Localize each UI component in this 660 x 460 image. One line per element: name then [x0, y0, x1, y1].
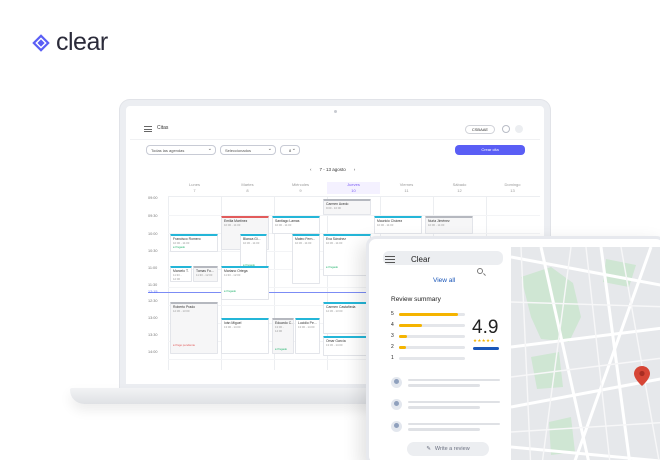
avatar — [391, 399, 402, 410]
search-bar[interactable] — [383, 251, 503, 265]
average-score: 4.9 — [472, 317, 499, 338]
create-appointment-button[interactable]: Crear cita — [455, 145, 525, 155]
week-navigator: ‹ 7 - 13 agosto › — [310, 167, 355, 172]
appointment-card[interactable]: Mauricio Chávez 10:00 - 11:00 — [374, 216, 422, 234]
menu-icon[interactable] — [385, 256, 395, 263]
day-col-header[interactable]: Domingo 13 — [486, 182, 539, 194]
filter-bar: Todas las agendas Seleccionados 8 — [146, 145, 300, 155]
selected-select[interactable]: Seleccionados — [220, 145, 276, 155]
appointment-card[interactable]: Eva Sánchez 10:30 - 11:00 ● Pagado — [323, 234, 371, 276]
appointment-card[interactable]: Omar García 13:30 - 14:00 — [323, 336, 371, 356]
review-summary-title: Review summary — [391, 296, 441, 303]
day-col-header-today[interactable]: Jueves 10 — [327, 182, 380, 194]
prev-week-icon[interactable]: ‹ — [310, 167, 312, 172]
day-col-header[interactable]: Viernes 11 — [380, 182, 433, 194]
day-col-header[interactable]: Miércoles 9 — [274, 182, 327, 194]
appointment-card[interactable]: Carmen Castañeda 12:30 - 13:00 — [323, 302, 371, 334]
edit-icon: ✎ — [426, 446, 431, 452]
hour-label: 11:30 — [148, 283, 158, 287]
hour-label: 12:30 — [148, 299, 158, 303]
brand-logo: clear — [32, 28, 108, 57]
write-review-label: Write a review — [434, 446, 470, 452]
hour-label: 09:30 — [148, 214, 158, 218]
tablet-frame: Clear View all Review summary 5 4 3 2 1 … — [366, 236, 660, 460]
rating-row: 1 — [391, 355, 465, 361]
map-pin-icon[interactable] — [634, 366, 650, 386]
appointment-card[interactable]: Nuria Jiménez 10:00 - 11:00 — [425, 216, 473, 234]
appointment-card[interactable]: Santiago Lamas 10:00 - 11:00 — [272, 216, 320, 234]
rating-row: 5 — [391, 311, 465, 317]
appointment-card[interactable]: Tomas Fo... 11:30 - 12:00 — [193, 266, 218, 282]
hour-label: 13:00 — [148, 316, 158, 320]
clear-logo-icon — [32, 33, 50, 52]
hour-label: 09:00 — [148, 196, 158, 200]
day-col-header[interactable]: Lunes 7 — [168, 182, 221, 194]
brand-name: clear — [56, 28, 108, 56]
appointment-card[interactable]: Mariano Ortega 11:30 - 12:00 ● Pagado — [221, 266, 269, 300]
appointment-card[interactable]: Marcelo T. 11:30 - 12:00 — [170, 266, 192, 282]
write-review-button[interactable]: ✎ Write a review — [407, 442, 489, 456]
hour-label: 10:00 — [148, 232, 158, 236]
day-col-header[interactable]: Sábado 12 — [433, 182, 486, 194]
page-title: Citas — [157, 125, 169, 131]
appointment-card[interactable]: Carmen Acedo 9:00 - 10:00 — [323, 199, 371, 215]
user-chip[interactable]: CSBAAE — [465, 125, 495, 134]
laptop-camera — [334, 110, 337, 113]
review-item[interactable] — [391, 377, 500, 388]
appointment-card[interactable]: Blanca Gi... 10:30 - 11:00 ● Pagado — [240, 234, 267, 268]
appointment-card[interactable]: Lucidio Pe... 13:00 - 14:00 — [295, 318, 320, 354]
map-streets — [510, 246, 660, 460]
avatar — [391, 377, 402, 388]
review-item[interactable] — [391, 399, 500, 410]
current-time-label: 12:15 — [148, 290, 158, 294]
appointment-card[interactable]: Francisco Romero 10:00 - 11:00 ● Pagado — [170, 234, 218, 252]
count-select[interactable]: 8 — [280, 145, 300, 155]
hour-label: 10:30 — [148, 249, 158, 253]
appointment-card[interactable]: Roberto Prado 12:30 - 13:00 ● Pago pendien… — [170, 302, 218, 354]
star-rating: ★★★★★ — [473, 338, 495, 343]
app-topbar: Citas CSBAAE — [130, 118, 540, 140]
day-header: Lunes 7 Martes 8 Miércoles 9 Jueves 10 Viern… — [168, 182, 540, 194]
hour-label: 11:00 — [148, 266, 158, 270]
refresh-icon[interactable] — [502, 125, 510, 133]
agenda-select[interactable]: Todas las agendas — [146, 145, 216, 155]
next-week-icon[interactable]: › — [354, 167, 356, 172]
appointment-card[interactable]: Iván Miguel 13:00 - 14:00 — [221, 318, 269, 354]
menu-icon[interactable] — [144, 126, 152, 132]
view-all-link[interactable]: View all — [433, 277, 455, 284]
map-view[interactable] — [510, 246, 660, 460]
appointment-card[interactable]: Eduardo C... 13:00 - 14:00 ● Pagado — [272, 318, 294, 354]
week-label: 7 - 13 agosto — [319, 167, 346, 172]
rating-row: 4 — [391, 322, 465, 328]
hour-label: 13:30 — [148, 333, 158, 337]
search-text[interactable]: Clear — [411, 255, 430, 264]
search-icon[interactable] — [477, 268, 483, 274]
hour-label: 14:00 — [148, 350, 158, 354]
appointment-card[interactable]: Mateo Fern... 10:30 - 11:00 — [292, 234, 320, 284]
day-col-header[interactable]: Martes 8 — [221, 182, 274, 194]
rating-row: 3 — [391, 333, 465, 339]
rating-row: 2 — [391, 344, 465, 350]
review-item[interactable] — [391, 421, 500, 432]
chat-icon[interactable] — [515, 125, 523, 133]
avatar — [391, 421, 402, 432]
score-underline — [473, 347, 499, 350]
